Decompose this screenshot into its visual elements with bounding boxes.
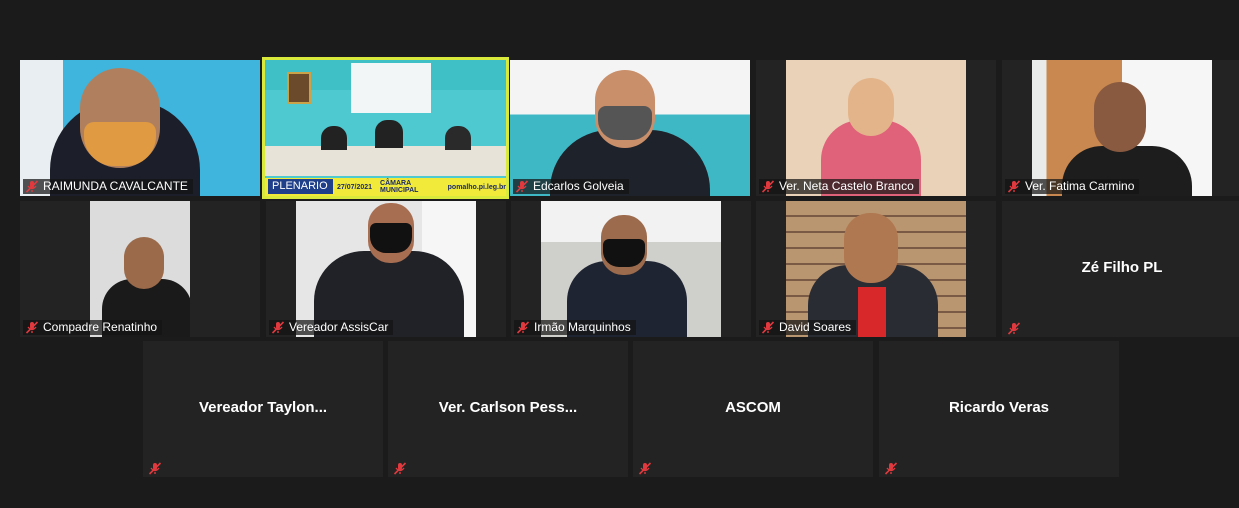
participant-tile-assiscar[interactable]: Vereador AssisCar xyxy=(266,201,506,337)
person-face xyxy=(1094,82,1146,152)
face-mask xyxy=(598,106,652,140)
banner-site: pomalho.pi.leg.br xyxy=(447,183,506,191)
mic-muted-icon xyxy=(25,180,39,193)
participant-name-label: PLENARIO xyxy=(268,179,333,194)
mic-muted-icon xyxy=(516,321,530,334)
participant-tile-fatima[interactable]: Ver. Fatima Carmino xyxy=(1002,60,1239,196)
mic-muted-icon xyxy=(148,462,162,475)
participant-tile-plenario[interactable]: 27/07/2021 CÂMARA MUNICIPAL pomalho.pi.l… xyxy=(262,57,509,199)
person-figure xyxy=(375,120,403,148)
person-face xyxy=(124,237,164,289)
person-figure xyxy=(321,126,347,150)
participant-name: Ricardo Veras xyxy=(948,399,1050,416)
participant-tile-irmao[interactable]: Irmão Marquinhos xyxy=(511,201,751,337)
video-feed xyxy=(296,201,476,337)
participant-name: Ver. Carlson Pess... xyxy=(438,399,578,416)
mic-muted-icon xyxy=(393,462,407,475)
participant-tile-carlson[interactable]: Ver. Carlson Pess... xyxy=(388,341,628,477)
shirt xyxy=(858,287,886,337)
participant-tile-taylon[interactable]: Vereador Taylon... xyxy=(143,341,383,477)
participant-name-label: Ver. Fatima Carmino xyxy=(1005,179,1140,194)
participant-name-label: Edcarlos Golveia xyxy=(513,179,629,194)
mic-muted-icon xyxy=(25,321,39,334)
mic-muted-icon xyxy=(761,180,775,193)
face-mask xyxy=(603,239,645,267)
video-feed xyxy=(20,60,260,196)
participant-name-label xyxy=(1005,322,1030,335)
participant-tile-raimunda[interactable]: RAIMUNDA CAVALCANTE xyxy=(20,60,260,196)
table xyxy=(265,146,506,176)
participant-tile-ascom[interactable]: ASCOM xyxy=(633,341,873,477)
participant-name-label xyxy=(146,462,171,475)
participant-name-label xyxy=(391,462,416,475)
participant-tile-david[interactable]: David Soares xyxy=(756,201,996,337)
participant-name: Vereador Taylon... xyxy=(198,399,328,416)
participant-name-label: David Soares xyxy=(759,320,857,335)
video-feed xyxy=(1032,60,1212,196)
person-face xyxy=(844,213,898,283)
mic-muted-icon xyxy=(1007,322,1021,335)
video-feed xyxy=(90,201,190,337)
participant-name-label: Vereador AssisCar xyxy=(269,320,394,335)
mic-muted-icon xyxy=(884,462,898,475)
participant-name-label: Ver. Neta Castelo Branco xyxy=(759,179,919,194)
mic-muted-icon xyxy=(515,180,529,193)
participant-name-label: Irmão Marquinhos xyxy=(514,320,636,335)
participant-name-label xyxy=(882,462,907,475)
person-figure xyxy=(445,126,471,150)
banner-date: 27/07/2021 xyxy=(337,183,373,191)
person-face xyxy=(848,78,894,136)
video-feed xyxy=(786,60,966,196)
portrait xyxy=(287,72,311,104)
face-mask xyxy=(370,223,412,253)
participant-tile-compadre[interactable]: Compadre Renatinho xyxy=(20,201,260,337)
participant-tile-ze-filho[interactable]: Zé Filho PL xyxy=(1002,201,1239,337)
mic-muted-icon xyxy=(1007,180,1021,193)
video-feed xyxy=(786,201,966,337)
video-feed: 27/07/2021 CÂMARA MUNICIPAL pomalho.pi.l… xyxy=(265,60,506,196)
mic-muted-icon xyxy=(761,321,775,334)
participant-name: Zé Filho PL xyxy=(1081,259,1163,276)
projector-screen xyxy=(351,63,431,113)
participant-tile-ricardo[interactable]: Ricardo Veras xyxy=(879,341,1119,477)
video-feed xyxy=(541,201,721,337)
participant-name-label: Compadre Renatinho xyxy=(23,320,163,335)
participant-tile-edcarlos[interactable]: Edcarlos Golveia xyxy=(510,60,750,196)
video-feed xyxy=(510,60,750,196)
banner-title: CÂMARA MUNICIPAL xyxy=(380,180,419,194)
participant-tile-neta[interactable]: Ver. Neta Castelo Branco xyxy=(756,60,996,196)
participant-name-label: RAIMUNDA CAVALCANTE xyxy=(23,179,193,194)
mic-muted-icon xyxy=(638,462,652,475)
mic-muted-icon xyxy=(271,321,285,334)
participant-name: ASCOM xyxy=(725,399,781,416)
participant-name-label xyxy=(636,462,661,475)
